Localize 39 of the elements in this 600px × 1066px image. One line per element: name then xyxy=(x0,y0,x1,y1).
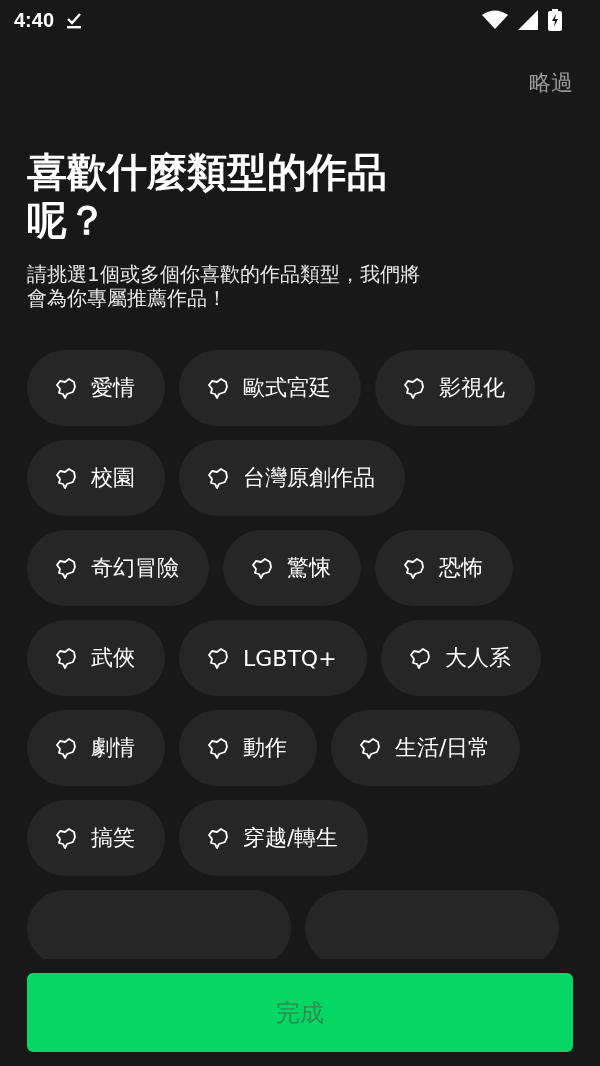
tag-icon xyxy=(207,377,229,399)
genre-chip[interactable]: 穿越/轉生 xyxy=(179,800,369,876)
tag-icon xyxy=(207,737,229,759)
genre-chip[interactable]: 驚悚 xyxy=(223,530,361,606)
tag-icon xyxy=(408,647,431,669)
wifi-icon xyxy=(482,10,508,30)
genre-chip[interactable]: 武俠 xyxy=(27,620,165,696)
genre-chip[interactable]: 影視化 xyxy=(375,350,535,426)
genre-chip[interactable]: 歐式宮廷 xyxy=(179,350,361,426)
page-title: 喜歡什麼類型的作品呢？ xyxy=(27,148,388,244)
genre-chip[interactable]: LGBTQ+ xyxy=(179,620,367,696)
tag-icon xyxy=(55,557,77,579)
tag-icon xyxy=(55,647,77,669)
genre-chip[interactable]: 恐怖 xyxy=(375,530,513,606)
tag-icon xyxy=(207,827,229,849)
genre-chip[interactable]: 搞笑 xyxy=(27,800,165,876)
tag-icon xyxy=(359,737,381,759)
tag-icon xyxy=(55,827,77,849)
battery-charging-icon xyxy=(548,9,562,31)
genre-chip[interactable]: 奇幻冒險 xyxy=(27,530,209,606)
genre-chip[interactable]: 動作 xyxy=(179,710,317,786)
tag-icon xyxy=(251,557,273,579)
genre-chip[interactable]: 生活/日常 xyxy=(331,710,521,786)
genre-chip[interactable]: 校園 xyxy=(27,440,165,516)
skip-link[interactable]: 略過 xyxy=(529,68,573,98)
genre-chip[interactable]: 劇情 xyxy=(27,710,165,786)
tag-icon xyxy=(55,467,77,489)
tag-icon xyxy=(403,377,425,399)
genre-chip[interactable]: 台灣原創作品 xyxy=(179,440,405,516)
tag-icon xyxy=(403,557,425,579)
tag-icon xyxy=(207,467,229,489)
tag-icon xyxy=(207,647,229,669)
status-time: 4:40 xyxy=(14,8,55,32)
signal-icon xyxy=(518,10,538,30)
tag-icon xyxy=(55,377,77,399)
subtitle-text: 請挑選1個或多個你喜歡的作品類型，我們將會為你專屬推薦作品！ xyxy=(27,262,421,310)
tag-icon xyxy=(55,737,77,759)
genre-chip[interactable]: 愛情 xyxy=(27,350,165,426)
genre-chip[interactable]: 大人系 xyxy=(380,620,541,696)
